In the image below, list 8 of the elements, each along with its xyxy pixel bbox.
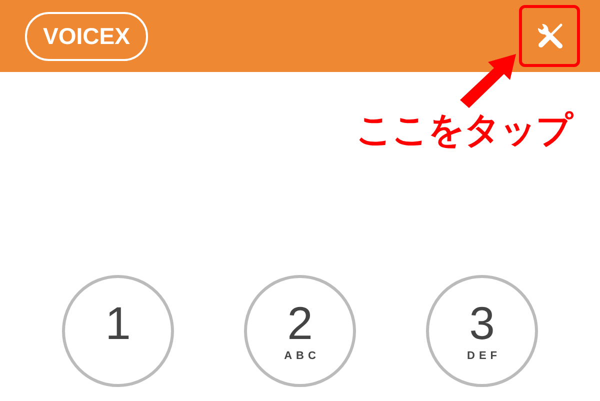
dial-key[interactable]: 2 ABC — [244, 275, 356, 387]
key-letters: DEF — [467, 350, 501, 362]
annotation-text: ここをタップ — [356, 109, 572, 153]
dial-key[interactable]: 3 DEF — [426, 275, 538, 387]
key-letters: ABC — [284, 350, 320, 362]
settings-button[interactable] — [519, 5, 580, 67]
dial-key[interactable]: 1 — [62, 275, 174, 387]
arrow — [460, 54, 516, 108]
